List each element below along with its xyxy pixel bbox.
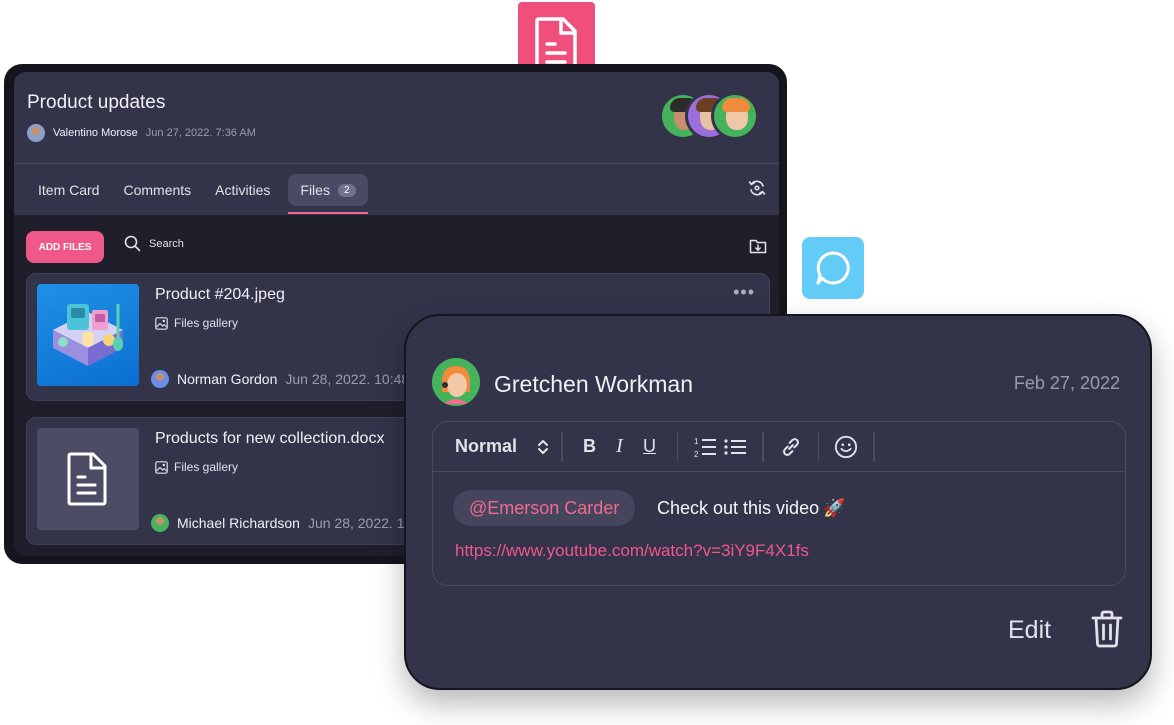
- member-avatars[interactable]: [659, 92, 759, 140]
- avatar-illustration-icon: [432, 358, 480, 406]
- rocket-icon: 🚀: [823, 498, 846, 518]
- more-options-icon[interactable]: •••: [733, 282, 755, 303]
- underline-icon[interactable]: U: [638, 434, 662, 460]
- owner-name: Michael Richardson: [177, 515, 300, 531]
- document-icon: [67, 452, 107, 506]
- tab-item-card[interactable]: Item Card: [26, 174, 111, 206]
- gallery-icon: [155, 316, 168, 330]
- file-gallery-label: Files gallery: [155, 460, 238, 474]
- tab-label: Item Card: [38, 182, 100, 198]
- owner-date: Jun 28, 2022. 10:48: [285, 371, 410, 387]
- emoji-icon[interactable]: [834, 434, 858, 460]
- chevron-updown-icon: [538, 439, 549, 454]
- ordered-list-icon[interactable]: 1 2: [693, 434, 717, 460]
- owner-avatar: [151, 370, 169, 388]
- author-date: Jun 27, 2022. 7:36 AM: [145, 127, 256, 139]
- bullet-list-icon[interactable]: [723, 434, 747, 460]
- svg-text:1: 1: [694, 437, 699, 446]
- comment-author-avatar: [432, 358, 480, 406]
- search-box[interactable]: Search: [124, 235, 184, 252]
- comment-date: Feb 27, 2022: [1013, 373, 1120, 393]
- tab-comments[interactable]: Comments: [111, 174, 203, 206]
- trash-icon[interactable]: [1090, 610, 1124, 648]
- tab-label: Activities: [215, 182, 271, 198]
- text-style-value: Normal: [455, 436, 518, 456]
- owner-date: Jun 28, 2022. 11: [307, 515, 412, 531]
- owner-avatar: [151, 514, 169, 532]
- page-title: Product updates: [27, 92, 166, 113]
- file-thumbnail: [37, 284, 139, 386]
- toolbar-separator: [561, 431, 563, 462]
- author-row: Valentino Morose Jun 27, 2022. 7:36 AM: [27, 124, 256, 142]
- toolbar-separator: [762, 431, 764, 462]
- comment-message: Check out this video 🚀: [657, 498, 846, 519]
- search-icon: [124, 235, 141, 252]
- gallery-text: Files gallery: [174, 316, 239, 330]
- link-icon[interactable]: [779, 434, 803, 460]
- item-header: Product updates Valentino Morose Jun 27,…: [14, 72, 779, 164]
- chat-tile: [802, 237, 864, 299]
- product-illustration-icon: [53, 304, 123, 366]
- download-folder-icon[interactable]: [749, 237, 767, 255]
- user-mention[interactable]: @Emerson Carder: [453, 490, 636, 526]
- tab-bar: Item Card Comments Activities Files 2: [14, 164, 779, 216]
- comment-author: Gretchen Workman: [494, 371, 693, 397]
- tab-activities[interactable]: Activities: [203, 174, 282, 206]
- member-avatar[interactable]: [711, 92, 759, 140]
- toolbar-separator: [873, 431, 875, 462]
- tab-label: Files: [300, 182, 330, 198]
- search-placeholder: Search: [149, 237, 184, 250]
- svg-text:2: 2: [694, 450, 699, 459]
- message-text: Check out this video: [657, 498, 820, 518]
- toolbar-separator: [817, 431, 820, 462]
- file-thumbnail: [37, 428, 139, 530]
- gallery-icon: [155, 460, 168, 474]
- file-owner: Michael Richardson Jun 28, 2022. 11: [151, 514, 411, 532]
- tab-label: Comments: [123, 182, 192, 198]
- comment-editor[interactable]: Normal B I U 1 2 @Emerson Carder Check o…: [432, 421, 1126, 586]
- sync-icon[interactable]: [747, 178, 767, 198]
- owner-name: Norman Gordon: [177, 371, 278, 387]
- file-gallery-label: Files gallery: [155, 316, 238, 330]
- files-count-badge: 2: [337, 183, 356, 197]
- file-name[interactable]: Products for new collection.docx: [155, 430, 384, 448]
- file-owner: Norman Gordon Jun 28, 2022. 10:48: [151, 370, 409, 388]
- italic-icon[interactable]: I: [608, 434, 632, 460]
- text-style-select[interactable]: Normal: [455, 436, 549, 457]
- comment-card: Gretchen Workman Feb 27, 2022 Normal B I…: [404, 314, 1152, 690]
- tab-files[interactable]: Files 2: [288, 174, 368, 214]
- file-name[interactable]: Product #204.jpeg: [155, 286, 285, 304]
- editor-toolbar: Normal B I U 1 2: [433, 422, 1125, 472]
- gallery-text: Files gallery: [174, 460, 239, 474]
- author-avatar: [27, 124, 45, 142]
- author-name: Valentino Morose: [53, 127, 138, 139]
- bold-icon[interactable]: B: [578, 434, 602, 460]
- chat-bubble-icon: [816, 251, 850, 285]
- toolbar-separator: [676, 431, 679, 462]
- edit-button[interactable]: Edit: [1008, 616, 1051, 645]
- video-link[interactable]: https://www.youtube.com/watch?v=3iY9F4X1…: [455, 541, 809, 561]
- add-files-button[interactable]: ADD FILES: [26, 231, 104, 263]
